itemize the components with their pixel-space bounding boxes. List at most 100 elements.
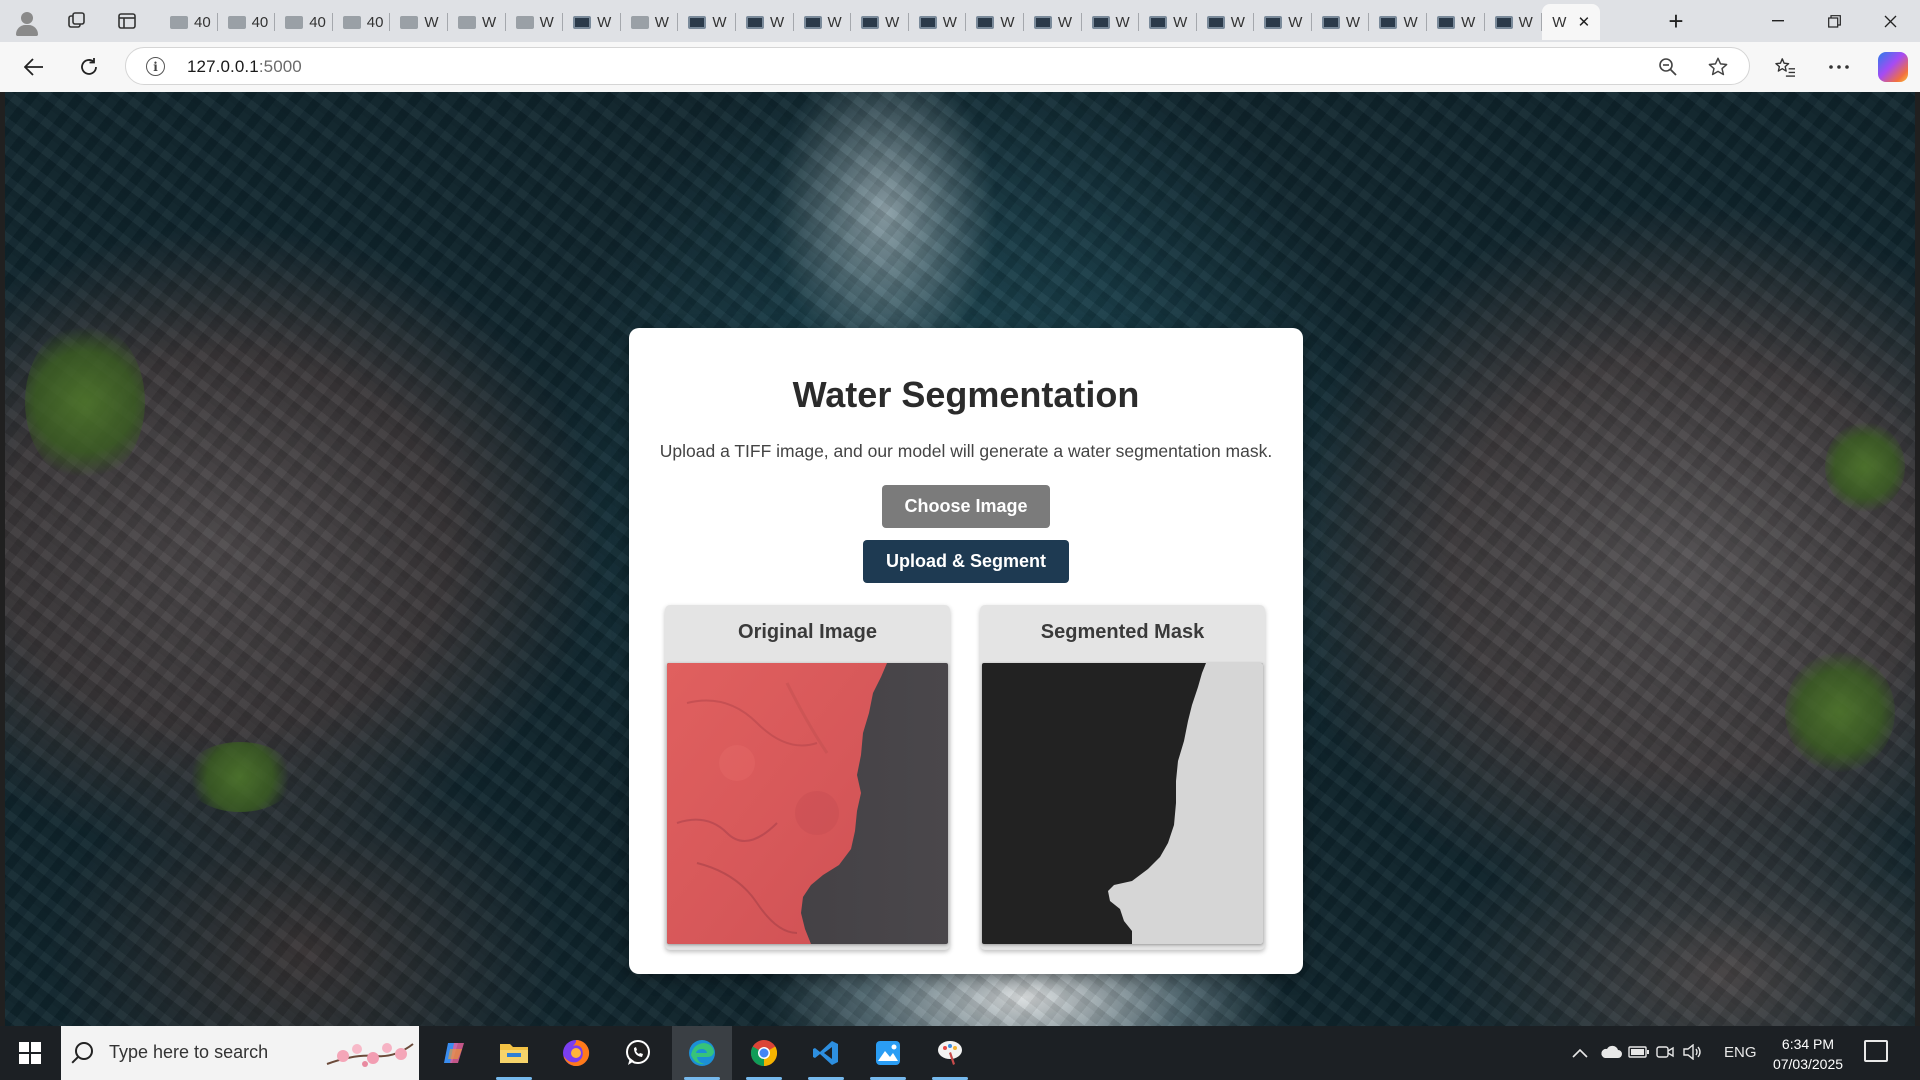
zoom-out-icon[interactable] [1656, 55, 1680, 79]
background-moss [1825, 422, 1905, 512]
language-indicator[interactable]: ENG [1724, 1044, 1757, 1061]
workspaces-icon[interactable] [62, 7, 92, 35]
more-icon[interactable] [1822, 51, 1856, 83]
background-moss [1785, 652, 1895, 772]
browser-tab[interactable]: W [621, 4, 679, 40]
favorites-icon[interactable] [1768, 51, 1802, 83]
refresh-icon[interactable] [72, 51, 106, 83]
browser-tab[interactable]: 40 [160, 4, 218, 40]
browser-tab[interactable]: W [1082, 4, 1140, 40]
close-window-icon[interactable] [1862, 0, 1918, 42]
tab-favicon-icon [1206, 15, 1225, 29]
tab-label: W [1173, 13, 1188, 31]
tab-label: W [712, 13, 727, 31]
browser-tab[interactable]: W [794, 4, 852, 40]
browser-tab[interactable]: W [1139, 4, 1197, 40]
browser-tab[interactable]: 40 [275, 4, 333, 40]
tab-label: W [1000, 13, 1015, 31]
file-explorer-icon[interactable] [484, 1026, 544, 1080]
copilot-icon[interactable] [1878, 52, 1908, 82]
browser-tab[interactable]: W [909, 4, 967, 40]
browser-tab[interactable]: 40 [218, 4, 276, 40]
photos-icon[interactable] [858, 1026, 918, 1080]
chevron-up-icon[interactable] [1572, 1045, 1588, 1062]
cherry-blossom-icon [326, 1043, 414, 1067]
restore-icon[interactable] [1806, 0, 1862, 42]
background-moss [25, 322, 145, 482]
browser-tab[interactable]: W [1427, 4, 1485, 40]
clock-time: 6:34 PM [1781, 1036, 1835, 1052]
onedrive-cloud-icon[interactable] [1600, 1045, 1622, 1063]
browser-tab[interactable]: W [1485, 4, 1543, 40]
minimize-icon[interactable] [1750, 0, 1806, 42]
chrome-icon[interactable] [734, 1026, 794, 1080]
tab-label: W [1288, 13, 1303, 31]
tab-favicon-icon [400, 15, 419, 29]
page-title: Water Segmentation [792, 374, 1140, 415]
windows-taskbar: Type here to search ENG 6:34 PM 07/03/20… [0, 1026, 1920, 1080]
tab-favicon-icon [1379, 15, 1398, 29]
tab-favicon-icon [630, 15, 649, 29]
address-bar[interactable]: i 127.0.0.1:5000 [125, 47, 1750, 85]
tab-favicon-icon [1494, 15, 1513, 29]
profile-avatar-icon[interactable] [10, 6, 44, 38]
tab-favicon-icon [457, 15, 476, 29]
browser-tab[interactable]: W [1254, 4, 1312, 40]
browser-tab[interactable]: W [851, 4, 909, 40]
tab-label: W [885, 13, 900, 31]
search-placeholder: Type here to search [109, 1042, 269, 1062]
tab-label: W [481, 13, 497, 31]
meet-now-icon[interactable] [1656, 1044, 1674, 1064]
browser-tab[interactable]: W [1312, 4, 1370, 40]
whatsapp-icon[interactable] [608, 1026, 668, 1080]
upload-segment-button[interactable]: Upload & Segment [863, 540, 1069, 583]
url-text[interactable]: 127.0.0.1:5000 [187, 57, 302, 77]
site-info-icon[interactable]: i [146, 57, 165, 76]
notification-icon[interactable] [1864, 1040, 1888, 1062]
tab-actions-icon[interactable] [112, 7, 142, 35]
browser-tab[interactable]: W [390, 4, 448, 40]
tab-favicon-icon [688, 15, 707, 29]
tab-favicon-icon [861, 15, 880, 29]
url-host: 127.0.0.1 [187, 57, 259, 76]
tab-label: W [942, 13, 957, 31]
browser-tab-active[interactable]: W ✕ [1542, 4, 1601, 40]
taskbar-search[interactable]: Type here to search [61, 1026, 419, 1080]
tab-label: 40 [309, 13, 326, 31]
tab-favicon-icon [918, 15, 937, 29]
page-viewport: Water Segmentation Upload a TIFF image, … [5, 92, 1915, 1026]
segmentation-card: Water Segmentation Upload a TIFF image, … [629, 328, 1303, 974]
edge-icon[interactable] [672, 1026, 732, 1080]
tab-label: W [1345, 13, 1361, 31]
browser-tab[interactable]: W [506, 4, 564, 40]
back-arrow-icon[interactable] [17, 51, 51, 83]
tab-favicon-icon [227, 15, 246, 29]
star-icon[interactable] [1706, 55, 1730, 79]
close-tab-icon[interactable]: ✕ [1578, 13, 1591, 31]
battery-icon[interactable] [1628, 1045, 1650, 1063]
paint-icon[interactable] [920, 1026, 980, 1080]
new-tab-button[interactable]: + [1660, 6, 1692, 36]
browser-tab[interactable]: W [678, 4, 736, 40]
browser-tab[interactable]: W [563, 4, 621, 40]
browser-tab[interactable]: W [448, 4, 506, 40]
vscode-icon[interactable] [796, 1026, 856, 1080]
tab-favicon-icon [573, 15, 592, 29]
choose-image-button[interactable]: Choose Image [882, 485, 1050, 528]
browser-tab[interactable]: 40 [333, 4, 391, 40]
copilot-taskbar-icon[interactable] [424, 1026, 484, 1080]
volume-icon[interactable] [1682, 1043, 1702, 1064]
browser-tab[interactable]: W [736, 4, 794, 40]
start-button[interactable] [0, 1026, 60, 1080]
browser-tab[interactable]: W [1369, 4, 1428, 40]
browser-tab[interactable]: W [966, 4, 1024, 40]
tab-label: 40 [194, 13, 211, 31]
firefox-icon[interactable] [546, 1026, 606, 1080]
tab-favicon-icon [1437, 15, 1456, 29]
taskbar-clock[interactable]: 6:34 PM 07/03/2025 [1758, 1034, 1858, 1074]
browser-tab[interactable]: W [1024, 4, 1082, 40]
tab-label: W [424, 13, 439, 31]
browser-tab[interactable]: W [1197, 4, 1255, 40]
tab-label: W [1552, 13, 1567, 31]
tab-label: 40 [366, 13, 384, 31]
